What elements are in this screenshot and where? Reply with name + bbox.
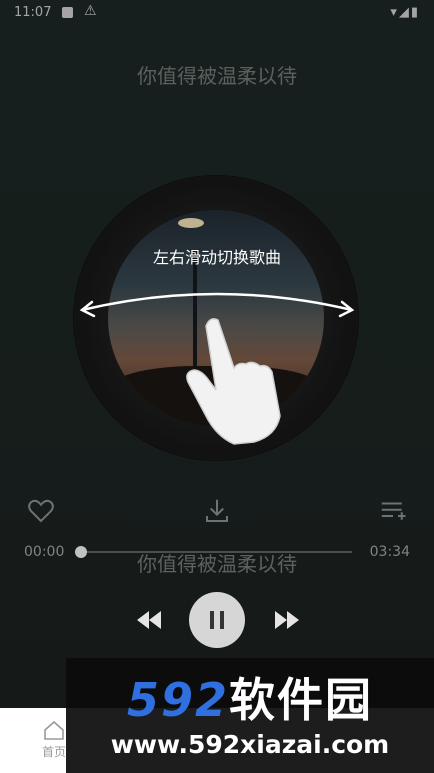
pause-button[interactable] bbox=[189, 592, 245, 648]
swipe-hint-text: 左右滑动切换歌曲 bbox=[152, 248, 281, 267]
swipe-hand-icon bbox=[186, 318, 281, 445]
home-icon bbox=[44, 720, 64, 740]
watermark-brand-text: 软件园 bbox=[229, 673, 374, 727]
pause-icon bbox=[210, 611, 224, 629]
watermark-number: 592 bbox=[126, 673, 230, 727]
action-row bbox=[0, 496, 434, 530]
watermark-url: www.592xiazai.com bbox=[110, 730, 390, 759]
site-watermark: 592软件园 www.592xiazai.com bbox=[66, 658, 434, 773]
heart-icon[interactable] bbox=[26, 496, 56, 526]
playback-controls bbox=[0, 592, 434, 648]
next-icon[interactable] bbox=[272, 608, 302, 632]
watermark-brand: 592软件园 bbox=[66, 664, 434, 730]
playlist-add-icon[interactable] bbox=[378, 496, 408, 526]
download-icon[interactable] bbox=[202, 496, 232, 526]
previous-icon[interactable] bbox=[134, 608, 164, 632]
lyric-line: 你值得被温柔以待 bbox=[137, 552, 297, 576]
